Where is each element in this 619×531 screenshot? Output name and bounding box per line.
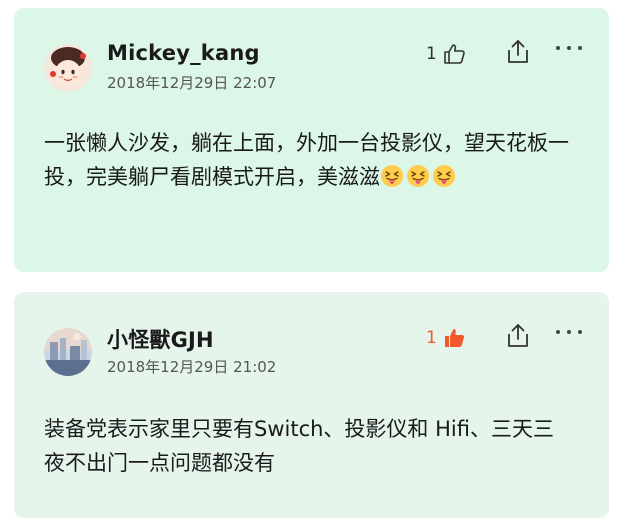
comment-feed: Mickey_kang 2018年12月29日 22:07 1 一张懒人沙发，躺… [0, 0, 619, 531]
more-button[interactable] [556, 322, 582, 342]
comment-card: Mickey_kang 2018年12月29日 22:07 1 一张懒人沙发，躺… [14, 8, 609, 272]
share-button[interactable] [504, 322, 532, 350]
like-button[interactable]: 1 [426, 40, 467, 68]
squinting-tongue-emoji [433, 165, 455, 187]
thumbs-up-icon [444, 44, 465, 64]
avatar[interactable] [44, 44, 92, 92]
username[interactable]: Mickey_kang [107, 41, 260, 65]
like-count: 1 [426, 44, 437, 64]
like-button[interactable]: 1 [426, 324, 467, 352]
more-icon-dot [578, 330, 582, 334]
squinting-tongue-emoji [381, 165, 403, 187]
timestamp: 2018年12月29日 21:02 [107, 358, 277, 376]
username[interactable]: 小怪獸GJH [107, 324, 214, 354]
comment-text: 装备党表示家里只要有Switch、投影仪和 Hifi、三天三夜不出门一点问题都没… [44, 417, 554, 475]
thumbs-up-filled-icon [444, 329, 464, 347]
comment-text-container: 一张懒人沙发，躺在上面，外加一台投影仪，望天花板一投，完美躺尸看剧模式开启，美滋… [44, 126, 574, 194]
share-button[interactable] [504, 38, 532, 66]
share-icon [508, 324, 528, 347]
comment-card: 小怪獸GJH 2018年12月29日 21:02 1 装备党表示家里只要有Swi… [14, 292, 609, 518]
comment-text: 一张懒人沙发，躺在上面，外加一台投影仪，望天花板一投，完美躺尸看剧模式开启，美滋… [44, 131, 569, 189]
more-icon [556, 330, 560, 334]
more-icon-dot [567, 46, 571, 50]
more-button[interactable] [556, 38, 582, 58]
squinting-tongue-emoji [407, 165, 429, 187]
like-count: 1 [426, 328, 437, 348]
more-icon-dot [567, 330, 571, 334]
share-icon [508, 40, 528, 63]
more-icon-dot [578, 46, 582, 50]
more-icon [556, 46, 560, 50]
timestamp: 2018年12月29日 22:07 [107, 74, 277, 92]
avatar[interactable] [44, 328, 92, 376]
